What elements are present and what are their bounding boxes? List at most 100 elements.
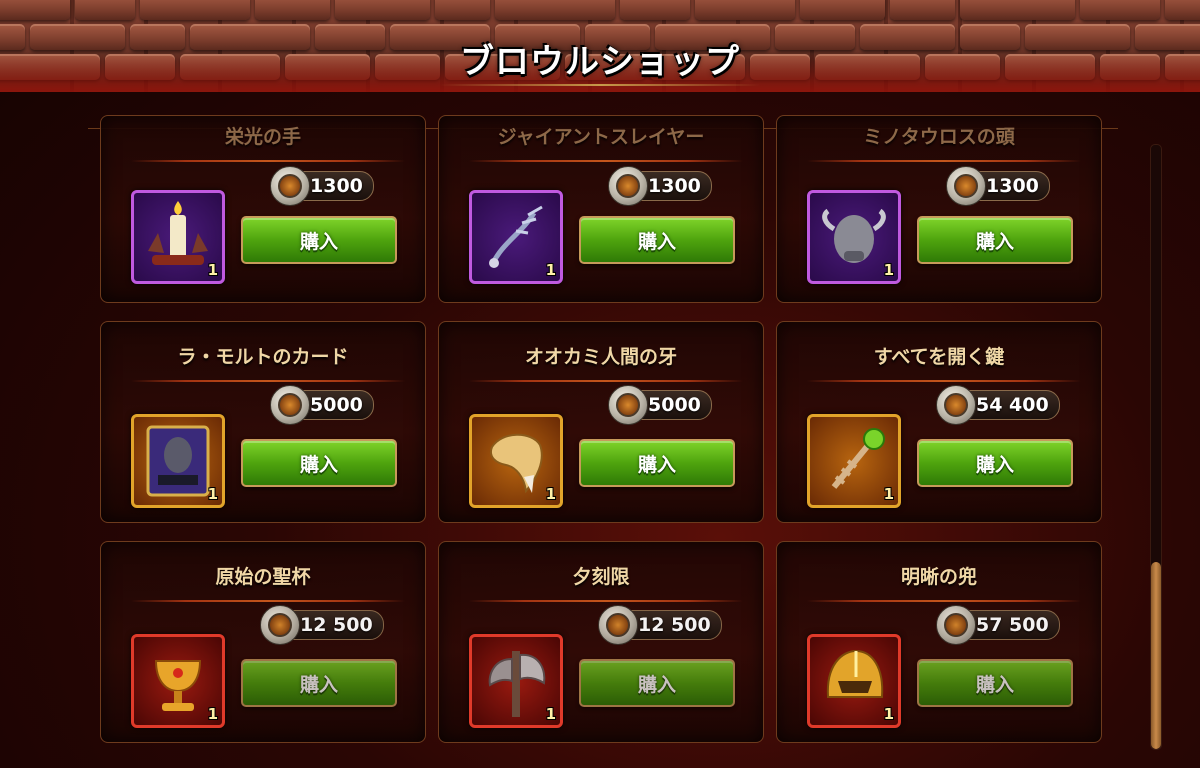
card-icon[interactable]: 1 xyxy=(131,414,225,508)
item-quantity: 1 xyxy=(545,485,556,503)
wall-stone xyxy=(1165,0,1200,20)
shop-item-card: オオカミ人間の牙 1 5000 購入 xyxy=(438,321,764,523)
wall-stone xyxy=(335,0,430,20)
coin-emblem-icon xyxy=(616,393,640,417)
wall-stone xyxy=(1025,24,1130,50)
wall-stone xyxy=(860,24,955,50)
item-name: 夕刻限 xyxy=(572,566,630,588)
item-name: 原始の聖杯 xyxy=(215,566,311,588)
item-quantity: 1 xyxy=(545,705,556,723)
wall-stone xyxy=(960,0,1075,20)
shop-item-card: すべてを開く鍵 1 54 400 購入 xyxy=(776,321,1102,523)
item-price: 1300 xyxy=(946,166,1050,206)
brawl-coin-icon xyxy=(270,166,310,206)
item-grid: 栄光の手 1 1300 購入 ジャイアントスレイヤー 1 1300 購入 ミノタウロスの頭 1 13… xyxy=(100,115,1104,761)
scrollbar-thumb[interactable] xyxy=(1151,562,1161,749)
wall-stone xyxy=(890,0,955,20)
antler-bow-icon[interactable]: 1 xyxy=(469,190,563,284)
item-name: すべてを開く鍵 xyxy=(873,346,1005,368)
item-quantity: 1 xyxy=(207,485,218,503)
title-underline xyxy=(440,84,760,86)
buy-button[interactable]: 購入 xyxy=(241,439,397,487)
wall-stone xyxy=(75,0,135,20)
item-divider xyxy=(131,380,405,382)
coin-emblem-icon xyxy=(616,174,640,198)
coin-emblem-icon xyxy=(944,393,968,417)
shop-item-card: 栄光の手 1 1300 購入 xyxy=(100,115,426,303)
item-divider xyxy=(469,380,743,382)
wall-stone xyxy=(800,0,885,20)
wall-stone xyxy=(0,24,25,50)
item-quantity: 1 xyxy=(207,705,218,723)
wall-stone xyxy=(30,24,125,50)
item-name: オオカミ人間の牙 xyxy=(524,346,677,368)
wall-stone xyxy=(960,24,1020,50)
minotaur-head-icon[interactable]: 1 xyxy=(807,190,901,284)
item-price-value: 54 400 xyxy=(976,394,1049,416)
buy-button[interactable]: 購入 xyxy=(917,216,1073,264)
item-divider xyxy=(807,160,1081,162)
item-price: 54 400 xyxy=(936,385,1060,425)
fang-icon[interactable]: 1 xyxy=(469,414,563,508)
wall-stone xyxy=(140,0,250,20)
coin-emblem-icon xyxy=(278,174,302,198)
item-name: ラ・モルトのカード xyxy=(177,346,349,368)
wall-stone xyxy=(1135,24,1200,50)
item-price: 1300 xyxy=(270,166,374,206)
wall-stone xyxy=(255,0,330,20)
item-price-value: 1300 xyxy=(648,175,701,197)
item-name: 明晰の兜 xyxy=(900,566,977,588)
wall-stone xyxy=(0,0,70,20)
item-price: 12 500 xyxy=(260,605,384,645)
grail-icon[interactable]: 1 xyxy=(131,634,225,728)
buy-button[interactable]: 購入 xyxy=(241,659,397,707)
axe-icon[interactable]: 1 xyxy=(469,634,563,728)
shop-item-card: 明晰の兜 1 57 500 購入 xyxy=(776,541,1102,743)
wall-stone xyxy=(695,0,795,20)
item-quantity: 1 xyxy=(545,261,556,279)
brawl-coin-icon xyxy=(608,166,648,206)
wall-stone xyxy=(495,0,615,20)
item-price-value: 57 500 xyxy=(976,614,1049,636)
item-price: 12 500 xyxy=(598,605,722,645)
item-divider xyxy=(807,380,1081,382)
shop-header: ブロウルショップ xyxy=(440,30,760,86)
helmet-icon[interactable]: 1 xyxy=(807,634,901,728)
item-quantity: 1 xyxy=(883,705,894,723)
item-price-value: 1300 xyxy=(986,175,1039,197)
shop-title: ブロウルショップ xyxy=(460,41,740,82)
shop-item-card: ジャイアントスレイヤー 1 1300 購入 xyxy=(438,115,764,303)
candle-hand-icon[interactable]: 1 xyxy=(131,190,225,284)
wall-stone xyxy=(620,0,690,20)
brawl-coin-icon xyxy=(946,166,986,206)
item-name: 栄光の手 xyxy=(224,126,301,148)
item-price-value: 5000 xyxy=(648,394,701,416)
buy-button[interactable]: 購入 xyxy=(917,659,1073,707)
scrollbar[interactable] xyxy=(1150,144,1162,750)
buy-button[interactable]: 購入 xyxy=(917,439,1073,487)
coin-emblem-icon xyxy=(268,613,292,637)
shop-item-card: 原始の聖杯 1 12 500 購入 xyxy=(100,541,426,743)
wall-stone xyxy=(435,0,490,20)
brawl-coin-icon xyxy=(270,385,310,425)
item-quantity: 1 xyxy=(207,261,218,279)
wall-stone xyxy=(190,24,310,50)
shop-item-card: ミノタウロスの頭 1 1300 購入 xyxy=(776,115,1102,303)
key-icon[interactable]: 1 xyxy=(807,414,901,508)
brawl-coin-icon xyxy=(936,605,976,645)
brawl-coin-icon xyxy=(598,605,638,645)
item-price: 57 500 xyxy=(936,605,1060,645)
shop-item-card: 夕刻限 1 12 500 購入 xyxy=(438,541,764,743)
buy-button[interactable]: 購入 xyxy=(579,439,735,487)
wall-stone xyxy=(775,24,855,50)
coin-emblem-icon xyxy=(954,174,978,198)
brawl-coin-icon xyxy=(608,385,648,425)
wall-stone xyxy=(1080,0,1160,20)
buy-button[interactable]: 購入 xyxy=(579,659,735,707)
item-price-value: 1300 xyxy=(310,175,363,197)
item-quantity: 1 xyxy=(883,261,894,279)
item-divider xyxy=(469,160,743,162)
item-divider xyxy=(807,600,1081,602)
buy-button[interactable]: 購入 xyxy=(579,216,735,264)
buy-button[interactable]: 購入 xyxy=(241,216,397,264)
